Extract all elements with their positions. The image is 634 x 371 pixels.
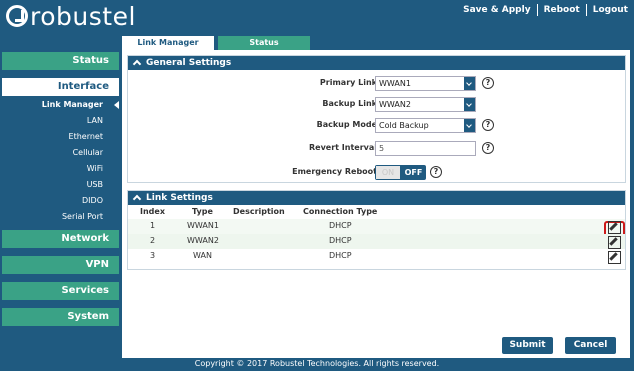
backup-link-value: WWAN2 [379, 100, 411, 109]
divider [536, 4, 538, 16]
cell-connection: DHCP [329, 221, 352, 230]
cell-connection: DHCP [329, 236, 352, 245]
tab-status[interactable]: Status [218, 36, 310, 50]
logout-link[interactable]: Logout [593, 5, 628, 15]
help-icon[interactable]: ? [430, 166, 442, 178]
collapse-caret-icon [132, 194, 142, 204]
sidebar-vpn[interactable]: VPN [2, 256, 119, 274]
backup-mode-select[interactable]: Cold Backup [375, 118, 476, 133]
reboot-link[interactable]: Reboot [544, 5, 580, 15]
help-icon[interactable]: ? [482, 142, 494, 154]
cell-type: WAN [193, 251, 212, 260]
backup-mode-label: Backup Mode [316, 120, 377, 129]
cell-index: 3 [150, 251, 156, 260]
interface-submenu: Link Manager LAN Ethernet Cellular WiFi … [2, 98, 119, 226]
main-panel: General Settings Primary Link WWAN1 ? Ba… [122, 50, 630, 358]
chevron-down-icon [464, 77, 475, 90]
revert-interval-label: Revert Interval [308, 143, 377, 152]
sidebar-item-serial-port[interactable]: Serial Port [2, 210, 119, 226]
sidebar-item-lan[interactable]: LAN [2, 114, 119, 130]
save-apply-link[interactable]: Save & Apply [463, 5, 530, 15]
edit-icon[interactable] [608, 236, 621, 249]
toggle-on-label: ON [376, 166, 400, 179]
sidebar-system[interactable]: System [2, 308, 119, 326]
sidebar-services[interactable]: Services [2, 282, 119, 300]
col-connection-type: Connection Type [303, 207, 378, 216]
backup-link-row: Backup Link WWAN2 [128, 97, 625, 113]
sidebar-status[interactable]: Status [2, 52, 119, 70]
divider [585, 4, 587, 16]
sidebar-item-usb[interactable]: USB [2, 178, 119, 194]
collapse-caret-icon [132, 59, 142, 69]
primary-link-label: Primary Link [319, 78, 377, 87]
cell-index: 2 [150, 236, 156, 245]
sidebar-interface[interactable]: Interface [2, 78, 119, 96]
cell-type: WWAN2 [187, 236, 219, 245]
tab-link-manager[interactable]: Link Manager [122, 36, 214, 50]
help-icon[interactable]: ? [482, 119, 494, 131]
general-settings-header[interactable]: General Settings [128, 56, 625, 70]
cell-connection: DHCP [329, 251, 352, 260]
submit-button[interactable]: Submit [502, 337, 553, 354]
top-nav: Save & Apply Reboot Logout [463, 4, 628, 16]
primary-link-value: WWAN1 [379, 79, 411, 88]
sidebar-network[interactable]: Network [2, 230, 119, 248]
sidebar: Status Interface Link Manager LAN Ethern… [2, 52, 119, 334]
sidebar-item-link-manager[interactable]: Link Manager [2, 98, 119, 114]
cell-type: WWAN1 [187, 221, 219, 230]
sidebar-item-dido[interactable]: DIDO [2, 194, 119, 210]
logo-text: robustel [30, 1, 136, 31]
col-description: Description [233, 207, 285, 216]
revert-interval-row: Revert Interval 5 ? [128, 141, 625, 157]
sidebar-item-wifi[interactable]: WiFi [2, 162, 119, 178]
backup-link-label: Backup Link [322, 99, 377, 108]
cell-index: 1 [150, 221, 156, 230]
chevron-down-icon [464, 98, 475, 111]
backup-mode-value: Cold Backup [379, 121, 429, 130]
robustel-logo: robustel [6, 1, 136, 31]
edit-icon[interactable] [608, 251, 621, 264]
revert-interval-input[interactable]: 5 [375, 141, 476, 156]
edit-icon[interactable] [608, 221, 621, 234]
section-title: General Settings [146, 58, 232, 68]
sidebar-item-cellular[interactable]: Cellular [2, 146, 119, 162]
chevron-down-icon [464, 119, 475, 132]
table-row: 2 WWAN2 DHCP [128, 234, 625, 249]
primary-link-select[interactable]: WWAN1 [375, 76, 476, 91]
table-header: Index Type Description Connection Type [128, 205, 625, 219]
help-icon[interactable]: ? [482, 77, 494, 89]
footer-copyright: Copyright © 2017 Robustel Technologies. … [194, 359, 440, 368]
sidebar-item-ethernet[interactable]: Ethernet [2, 130, 119, 146]
emergency-reboot-label: Emergency Reboot [292, 167, 377, 176]
link-settings-header[interactable]: Link Settings [128, 191, 625, 205]
backup-mode-row: Backup Mode Cold Backup ? [128, 118, 625, 134]
section-title: Link Settings [146, 193, 213, 203]
col-type: Type [192, 207, 213, 216]
emergency-reboot-row: Emergency Reboot ON OFF ? [128, 165, 625, 181]
primary-link-row: Primary Link WWAN1 ? [128, 76, 625, 92]
logo-mark-icon [6, 5, 28, 27]
emergency-reboot-toggle[interactable]: ON OFF [375, 165, 426, 180]
cancel-button[interactable]: Cancel [565, 337, 616, 354]
backup-link-select[interactable]: WWAN2 [375, 97, 476, 112]
link-settings-section: Link Settings Index Type Description Con… [127, 190, 626, 270]
general-settings-section: General Settings Primary Link WWAN1 ? Ba… [127, 55, 626, 183]
col-index: Index [140, 207, 165, 216]
table-row: 3 WAN DHCP [128, 249, 625, 264]
toggle-off-label: OFF [404, 168, 423, 177]
table-row: 1 WWAN1 DHCP [128, 219, 625, 240]
tab-bar: Link Manager Status [122, 36, 310, 50]
